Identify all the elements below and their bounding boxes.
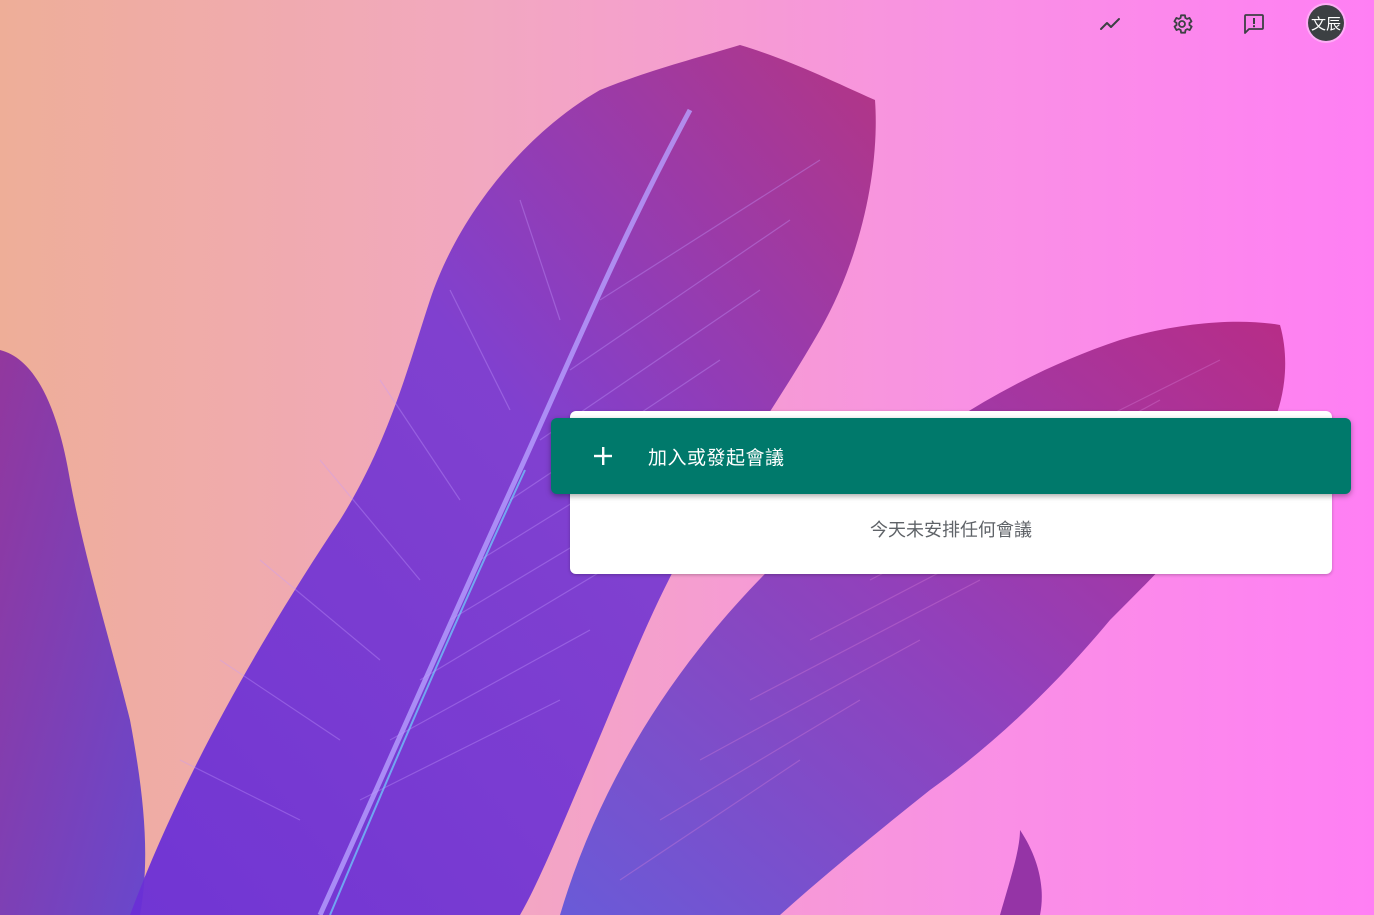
join-or-start-meeting-button[interactable]: 加入或發起會議 <box>551 418 1351 494</box>
no-meetings-message: 今天未安排任何會議 <box>870 520 1032 541</box>
join-or-start-meeting-label: 加入或發起會議 <box>648 446 785 469</box>
feedback-icon[interactable] <box>1234 4 1274 44</box>
meet-home-page: 文辰 加入或發起會議 今天未安排任何會議 <box>0 0 1374 915</box>
trending-up-icon[interactable] <box>1090 4 1130 44</box>
avatar-label: 文辰 <box>1310 14 1341 33</box>
plus-icon <box>591 444 615 468</box>
account-avatar[interactable]: 文辰 <box>1308 5 1344 41</box>
settings-gear-icon[interactable] <box>1162 4 1202 44</box>
